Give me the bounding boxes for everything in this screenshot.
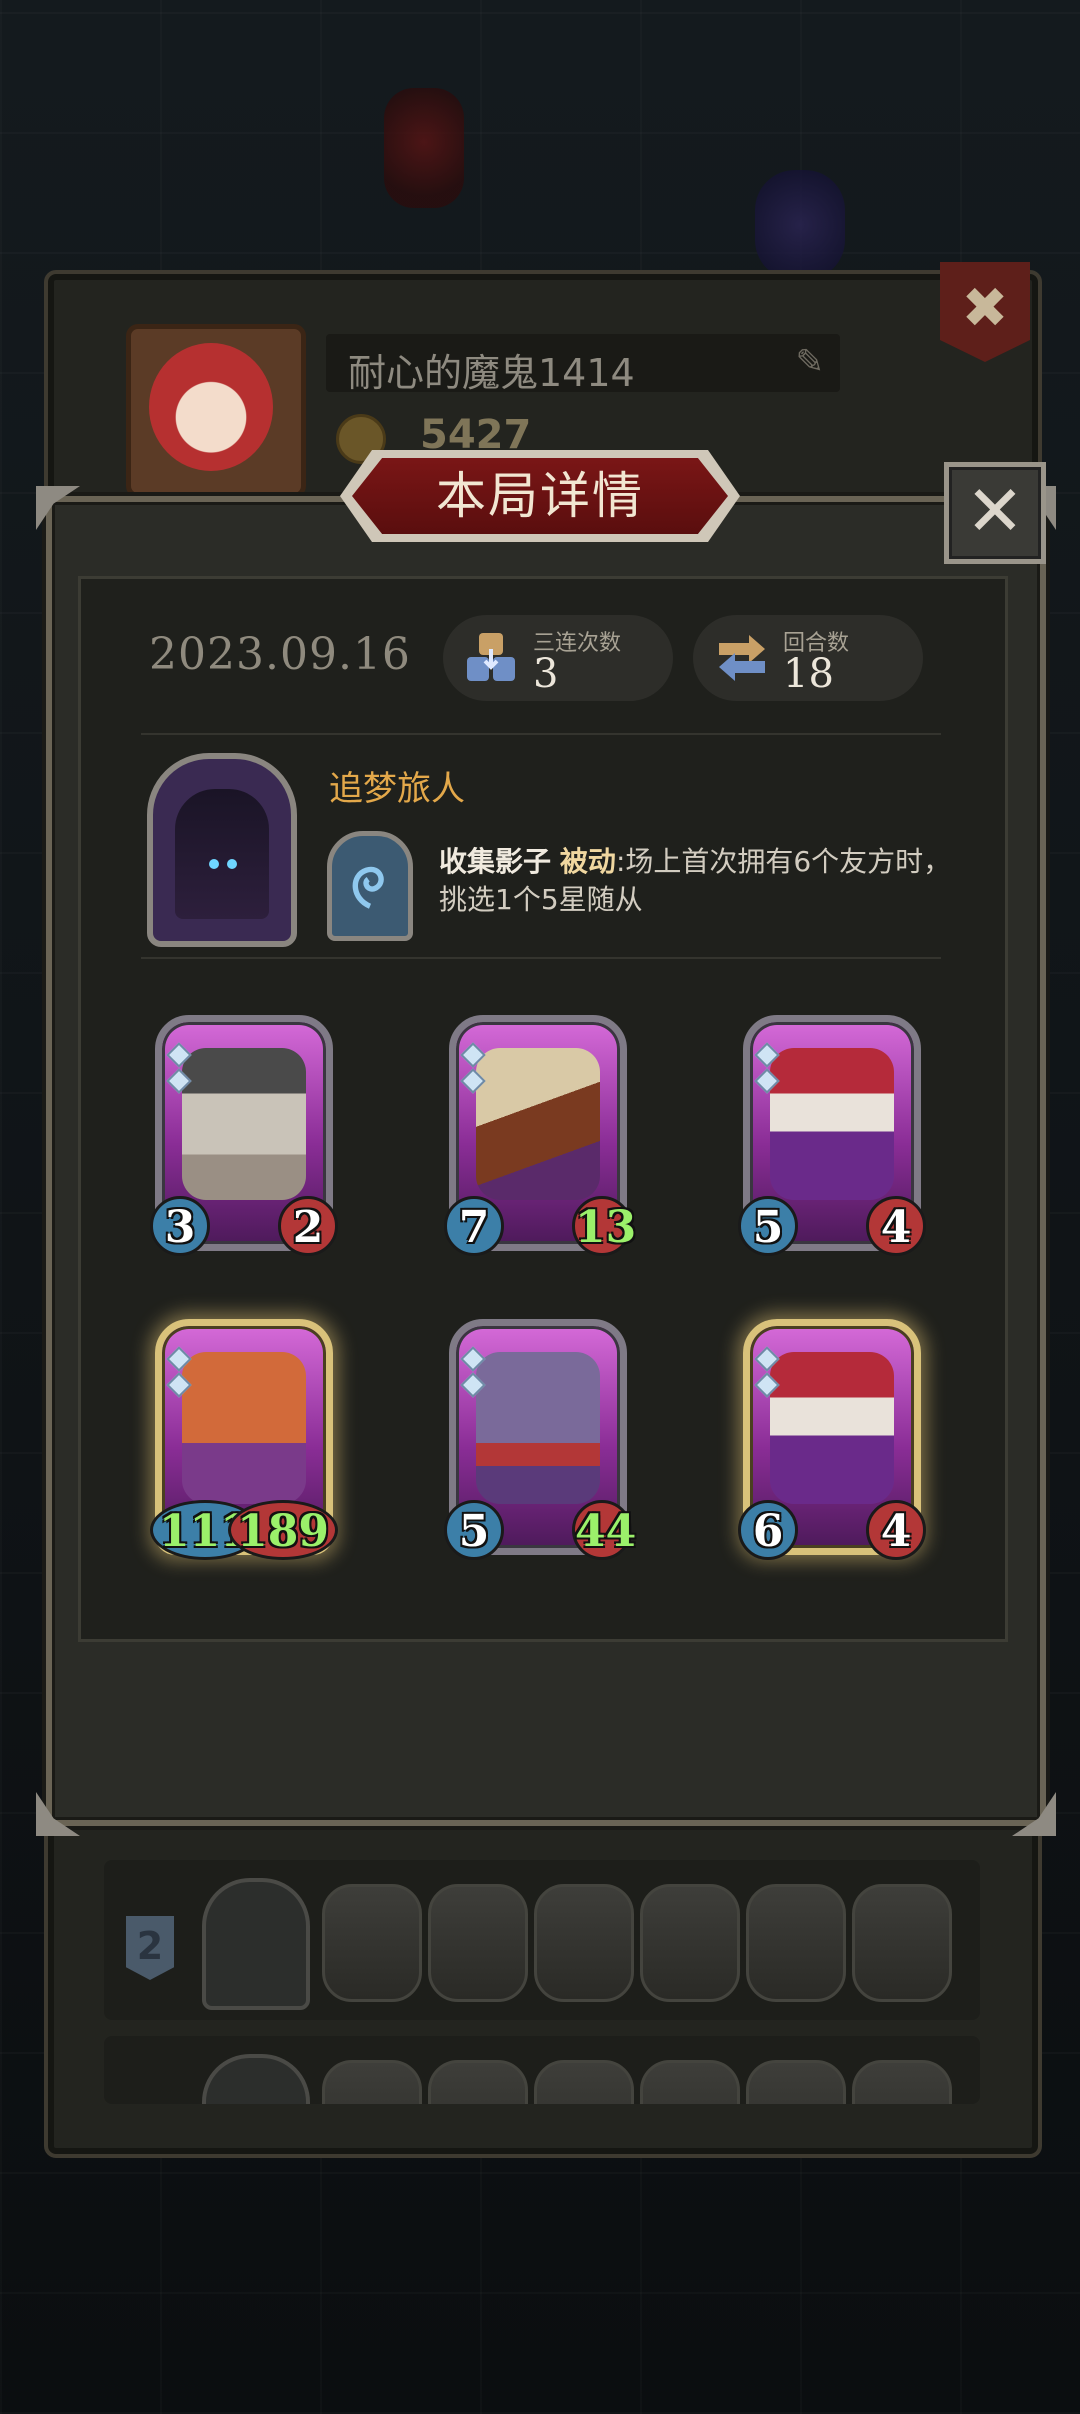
lamp-decoration [384,88,464,208]
robot-tophat-icon [182,1048,306,1200]
brick-golem-icon [182,1352,306,1504]
health-stat: 2 [278,1196,338,1256]
minion-card[interactable]: 7 13 [444,1015,636,1256]
history-minion [428,2060,528,2104]
hero-power-type: 被动 [559,845,616,878]
history-minion [746,2060,846,2104]
hero-power-description: 收集影子 被动:场上首次拥有6个友方时，挑选1个5星随从 [439,843,959,919]
close-icon: ✕ [965,470,1025,552]
avatar-face-icon [149,343,273,471]
modal-title-banner: 本局详情 [340,450,740,542]
attack-stat: 5 [738,1196,798,1256]
clown-icon [770,1352,894,1504]
triple-blocks-icon [467,633,515,681]
turn-arrows-icon [719,635,765,681]
match-history-row[interactable]: 2 [104,1860,980,2020]
health-stat: 4 [866,1196,926,1256]
history-minion [534,1884,634,2002]
attack-stat: 7 [444,1196,504,1256]
details-content: 2023.09.16 三连次数 3 回合数 18 追梦旅人 收集影子 被动:场上… [78,576,1008,1642]
player-name-box[interactable]: 耐心的魔鬼1414 ✎ [326,334,840,395]
minion-card[interactable]: 111 189 [150,1319,338,1560]
health-stat: 44 [572,1500,636,1560]
match-date: 2023.09.16 [149,629,411,680]
edit-pencil-icon[interactable]: ✎ [796,342,825,382]
attack-stat: 5 [444,1500,504,1560]
star-level-icon [460,1042,486,1098]
turns-stat: 回合数 18 [693,615,923,701]
history-minion [852,1884,952,2002]
hero-power-spiral-icon[interactable] [327,831,413,941]
history-minion [640,2060,740,2104]
clown-icon [770,1048,894,1200]
divider [141,957,941,959]
history-minion [534,2060,634,2104]
hero-name: 追梦旅人 [329,769,465,809]
hero-eye [209,859,219,869]
rank-badge: 2 [126,1916,174,1980]
minion-card[interactable]: 54 [738,1015,926,1256]
star-level-icon [754,1346,780,1402]
history-hero-portrait [202,1878,310,2010]
attack-stat: 3 [150,1196,210,1256]
minion-card[interactable]: 5 44 [444,1319,636,1560]
attack-stat: 6 [738,1500,798,1560]
hero-power-name: 收集影子 [439,845,552,878]
hero-eye [227,859,237,869]
rocket-ship-icon [476,1048,600,1200]
history-minion [852,2060,952,2104]
history-hero-portrait [202,2054,310,2104]
star-level-icon [754,1042,780,1098]
history-minion [322,2060,422,2104]
triples-stat: 三连次数 3 [443,615,673,701]
health-stat: 13 [572,1196,636,1256]
star-level-icon [460,1346,486,1402]
jar-decoration [755,170,845,280]
star-level-icon [166,1346,192,1402]
health-stat: 4 [866,1500,926,1560]
turns-value: 18 [783,651,834,697]
hero-portrait[interactable] [147,753,297,947]
star-level-icon [166,1042,192,1098]
triples-value: 3 [533,651,559,697]
divider [141,733,941,735]
minion-card[interactable]: 64 [738,1319,926,1560]
minion-card[interactable]: 32 [150,1015,338,1256]
modal-title: 本局详情 [352,458,728,534]
history-minion [746,1884,846,2002]
history-minion [322,1884,422,2002]
history-minion [428,1884,528,2002]
player-avatar[interactable] [126,324,306,498]
match-history-row[interactable] [104,2036,980,2104]
health-stat: 189 [228,1500,338,1560]
close-button[interactable]: ✕ [944,462,1046,564]
player-name: 耐心的魔鬼1414 [348,351,635,395]
hooded-traveler-icon [175,789,269,919]
rat-bandit-icon [476,1352,600,1504]
history-minion [640,1884,740,2002]
spiral-icon [352,866,384,909]
